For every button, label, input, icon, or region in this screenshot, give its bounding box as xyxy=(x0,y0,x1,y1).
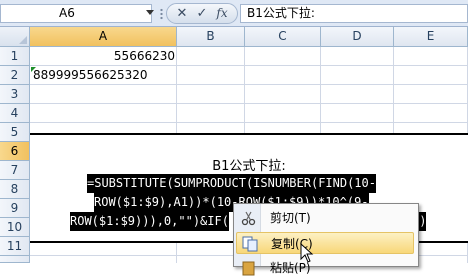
text-box-title: B1公式下拉: xyxy=(212,159,286,174)
formula-text-line: ROW($1:$9))),0,"")&IF( xyxy=(70,212,229,231)
row-header-8[interactable]: 8 xyxy=(0,180,30,199)
formula-input[interactable]: B1公式下拉: xyxy=(241,4,468,23)
column-header-c[interactable]: C xyxy=(245,27,321,47)
row-header-11[interactable]: 11 xyxy=(0,237,30,256)
row-header-6[interactable]: 6 xyxy=(0,142,30,161)
cell-a1[interactable]: 55666230 xyxy=(30,47,175,66)
formula-buttons: ✕ ✓ fx xyxy=(166,3,238,24)
row-header-12[interactable] xyxy=(0,256,30,263)
column-header-e[interactable]: E xyxy=(394,27,468,47)
row-header-7[interactable]: 7 xyxy=(0,161,30,180)
column-header-d[interactable]: D xyxy=(321,27,394,47)
cancel-icon[interactable]: ✕ xyxy=(173,5,191,22)
error-indicator-icon[interactable] xyxy=(31,67,36,72)
row-header-10[interactable]: 10 xyxy=(0,218,30,237)
menu-item-paste[interactable]: 粘贴(P) xyxy=(236,257,414,279)
column-header-a[interactable]: A xyxy=(30,27,177,47)
menu-item-label: 剪切(T) xyxy=(270,211,311,225)
row-header-4[interactable]: 4 xyxy=(0,104,30,123)
menu-item-copy[interactable]: 复制(C) xyxy=(236,232,414,254)
menu-item-cut[interactable]: 剪切(T) xyxy=(236,207,414,229)
name-box-dropdown-icon[interactable] xyxy=(146,10,154,15)
insert-function-button[interactable]: fx xyxy=(213,5,231,22)
mouse-cursor-icon xyxy=(300,243,314,263)
formula-bar: A6 ✕ ✓ fx B1公式下拉: xyxy=(0,0,468,27)
select-all-corner[interactable] xyxy=(0,27,30,47)
row-header-1[interactable]: 1 xyxy=(0,47,30,66)
copy-icon xyxy=(242,236,258,252)
row-header-3[interactable]: 3 xyxy=(0,85,30,104)
row-header-9[interactable]: 9 xyxy=(0,199,30,218)
name-box[interactable]: A6 xyxy=(0,4,152,23)
enter-check-icon[interactable]: ✓ xyxy=(193,5,211,22)
context-menu: 剪切(T) 复制(C) 粘贴(P) xyxy=(233,203,419,276)
formula-bar-grip[interactable] xyxy=(160,8,163,20)
scissors-icon xyxy=(241,211,256,226)
row-header-5[interactable]: 5 xyxy=(0,123,30,142)
paste-icon xyxy=(242,261,255,276)
column-header-b[interactable]: B xyxy=(177,27,245,47)
cell-a2[interactable]: 889999556625320 xyxy=(33,66,233,85)
row-header-2[interactable]: 2 xyxy=(0,66,30,85)
formula-text-line: =SUBSTITUTE(SUMPRODUCT(ISNUMBER(FIND(10- xyxy=(87,174,376,193)
